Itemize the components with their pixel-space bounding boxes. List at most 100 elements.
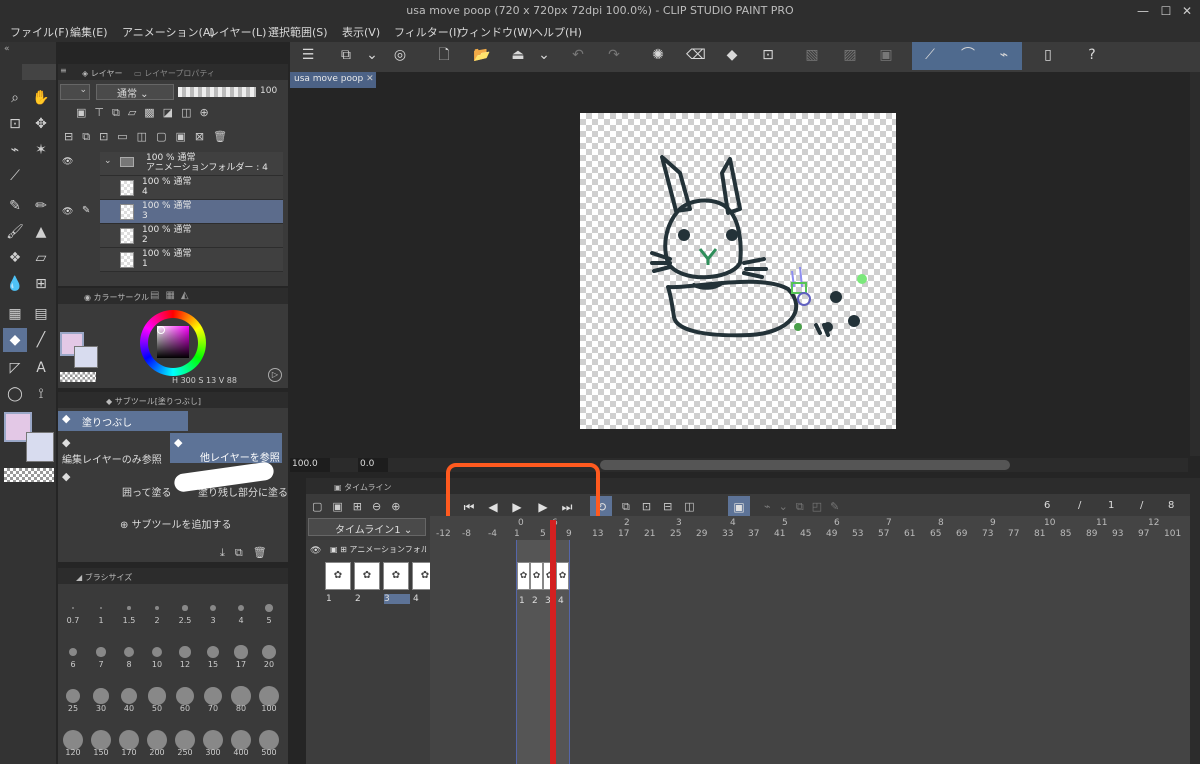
undo-icon[interactable]: ↶ bbox=[566, 44, 590, 66]
redo-icon[interactable]: ↷ bbox=[602, 44, 626, 66]
opacity-value[interactable]: 100 bbox=[260, 86, 277, 96]
brush-size-cell[interactable]: 60 bbox=[171, 676, 199, 720]
collapse-icon[interactable]: « bbox=[4, 44, 54, 56]
tool-tab[interactable] bbox=[22, 64, 56, 80]
frame-thumbnail[interactable]: ✿ bbox=[383, 562, 409, 590]
close-tab-icon[interactable]: ✕ bbox=[366, 74, 374, 84]
animation-folder-row[interactable]: ⌄ 100 % 通常 アニメーションフォルダー : 4 bbox=[100, 152, 283, 176]
subtool-tab[interactable]: ◆ サブツール[塗りつぶし] bbox=[106, 396, 201, 407]
layer-property-tab[interactable]: ▭ レイヤープロパティ bbox=[134, 68, 215, 79]
minimize-icon[interactable]: — bbox=[1134, 2, 1152, 20]
subtool-active[interactable]: 塗りつぶし bbox=[58, 411, 188, 431]
layer-row-selected[interactable]: 100 % 通常 3 bbox=[100, 200, 283, 224]
onion-skin-icon[interactable]: ▣ bbox=[728, 496, 750, 518]
layer-row[interactable]: 100 % 通常 2 bbox=[100, 224, 283, 248]
timeline-extra-tools[interactable]: ⌁⌄⧉◰✎ bbox=[764, 500, 874, 516]
timeline-tools-left[interactable]: ▢▣⊞⊖⊕ bbox=[312, 500, 438, 516]
brush-size-cell[interactable]: 1.5 bbox=[115, 588, 143, 632]
layer-color-dropdown[interactable]: ⌄ bbox=[60, 84, 90, 100]
brush-size-cell[interactable]: 2 bbox=[143, 588, 171, 632]
opacity-slider[interactable] bbox=[178, 87, 256, 97]
rotation-field[interactable]: 0.0 bbox=[358, 458, 388, 472]
fill-icon[interactable]: ◆ bbox=[720, 44, 744, 66]
brush-size-tab[interactable]: ◢ ブラシサイズ bbox=[76, 572, 132, 583]
brush-tool-icon[interactable]: 🖌 bbox=[3, 220, 27, 244]
menu-icon[interactable]: ☰ bbox=[296, 44, 320, 66]
sub-color-small[interactable] bbox=[74, 346, 98, 368]
hand-tool-icon[interactable]: ✋ bbox=[29, 86, 53, 110]
eye-icon[interactable]: 👁 bbox=[62, 207, 76, 217]
menu-help[interactable]: ヘルプ(H) bbox=[532, 24, 582, 40]
timeline-scrollbar[interactable] bbox=[1190, 478, 1200, 764]
save-icon[interactable]: ⏏ bbox=[506, 44, 530, 66]
subtool-option-edit-layer[interactable]: 編集レイヤーのみ参照 bbox=[58, 433, 170, 466]
brush-size-cell[interactable]: 300 bbox=[199, 720, 227, 764]
menu-file[interactable]: ファイル(F) bbox=[10, 24, 69, 40]
transparent-color-small[interactable] bbox=[60, 372, 96, 382]
color-mode-icon[interactable]: ▷ bbox=[268, 368, 282, 382]
zoom-tool-icon[interactable]: ⌕ bbox=[3, 86, 27, 110]
subtool-option-enclose[interactable]: 囲って塗る bbox=[58, 466, 172, 499]
brush-size-cell[interactable]: 500 bbox=[255, 720, 283, 764]
frame-thumbnail[interactable]: ✿ bbox=[354, 562, 380, 590]
menu-filter[interactable]: フィルター(I) bbox=[394, 24, 461, 40]
blend-mode-select[interactable]: 通常 ⌄ bbox=[96, 84, 174, 100]
zoom-field[interactable]: 100.0 bbox=[290, 458, 330, 472]
brush-size-cell[interactable]: 7 bbox=[87, 632, 115, 676]
playhead[interactable] bbox=[550, 520, 556, 764]
open-folder-icon[interactable]: 📂 bbox=[470, 44, 494, 66]
layer-row[interactable]: 100 % 通常 4 bbox=[100, 176, 283, 200]
layer-tool-row-2[interactable]: ⊟⧉⊡▭◫▢▣⊠🗑 bbox=[64, 130, 284, 146]
color-picker-handle[interactable] bbox=[157, 326, 165, 334]
transform-icon[interactable]: ⊡ bbox=[756, 44, 780, 66]
line-tool-icon[interactable]: ╱ bbox=[29, 328, 53, 352]
loading-icon[interactable]: ✺ bbox=[646, 44, 670, 66]
drawing-canvas[interactable] bbox=[580, 113, 896, 429]
timeline-select[interactable]: タイムライン1 ⌄ bbox=[308, 518, 426, 536]
brush-size-cell[interactable]: 3 bbox=[199, 588, 227, 632]
subtool-footer-icons[interactable]: ⤓⧉🗑 bbox=[220, 546, 277, 560]
clear-icon[interactable]: ⌫ bbox=[684, 44, 708, 66]
snap-icon[interactable]: ▨ bbox=[838, 44, 862, 66]
pen-pressure-icon[interactable]: ⌒ bbox=[956, 44, 980, 66]
correct-line-icon[interactable]: ⟟ bbox=[29, 382, 53, 406]
maximize-icon[interactable]: ☐ bbox=[1157, 2, 1175, 20]
smartphone-icon[interactable]: ▯ bbox=[1036, 44, 1060, 66]
color-circle-tab[interactable]: ◉ カラーサークル bbox=[84, 292, 149, 303]
magic-wand-icon[interactable]: ✶ bbox=[29, 138, 53, 162]
menu-layer[interactable]: レイヤー(L) bbox=[208, 24, 266, 40]
pencil-tool-icon[interactable]: ✏ bbox=[29, 194, 53, 218]
cel-thumbnail[interactable]: ✿ bbox=[556, 562, 569, 590]
select-tool-icon[interactable]: ⌁ bbox=[3, 138, 27, 162]
brush-size-cell[interactable]: 120 bbox=[59, 720, 87, 764]
color-tabs-icons[interactable]: ▤▦◭ bbox=[150, 290, 195, 301]
brush-size-cell[interactable]: 50 bbox=[143, 676, 171, 720]
brush-size-cell[interactable]: 4 bbox=[227, 588, 255, 632]
cel-thumbnail[interactable]: ✿ bbox=[517, 562, 530, 590]
brush-size-cell[interactable]: 40 bbox=[115, 676, 143, 720]
menu-selection[interactable]: 選択範囲(S) bbox=[268, 24, 328, 40]
balloon-tool-icon[interactable]: ◯ bbox=[3, 382, 27, 406]
new-file-icon[interactable]: 🗋 bbox=[432, 44, 456, 66]
horizontal-scrollbar[interactable] bbox=[600, 460, 1010, 470]
pen-tool-icon[interactable]: ✎ bbox=[3, 194, 27, 218]
move-tool-icon[interactable]: ✥ bbox=[29, 112, 53, 136]
layer-row[interactable]: 100 % 通常 1 bbox=[100, 248, 283, 272]
blend-tool-icon[interactable]: 💧 bbox=[3, 272, 27, 296]
pen-settings-icon[interactable]: ⌁ bbox=[992, 44, 1016, 66]
operation-tool-icon[interactable]: ⊡ bbox=[3, 112, 27, 136]
brush-size-cell[interactable]: 170 bbox=[115, 720, 143, 764]
sub-color-swatch[interactable] bbox=[26, 432, 54, 462]
brush-size-cell[interactable]: 0.7 bbox=[59, 588, 87, 632]
subtool-option-other-layer[interactable]: 他レイヤーを参照 bbox=[170, 433, 282, 464]
transparent-swatch[interactable] bbox=[4, 468, 54, 482]
menu-window[interactable]: ウィンドウ(W) bbox=[458, 24, 532, 40]
brush-size-cell[interactable]: 400 bbox=[227, 720, 255, 764]
brush-size-cell[interactable]: 15 bbox=[199, 632, 227, 676]
brush-size-cell[interactable]: 80 bbox=[227, 676, 255, 720]
close-icon[interactable]: ✕ bbox=[1178, 2, 1196, 20]
brush-size-cell[interactable]: 150 bbox=[87, 720, 115, 764]
brush-size-cell[interactable]: 100 bbox=[255, 676, 283, 720]
gradient-tool-icon[interactable]: ▦ bbox=[3, 302, 27, 326]
brush-size-cell[interactable]: 8 bbox=[115, 632, 143, 676]
